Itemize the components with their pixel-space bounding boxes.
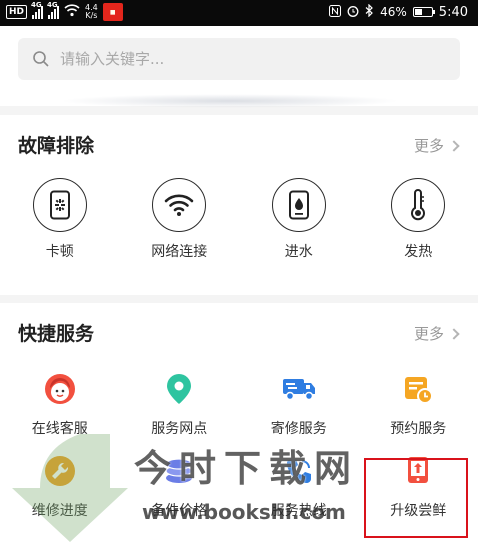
service-appointment[interactable]: 预约服务	[359, 369, 478, 438]
battery-percent: 46%	[380, 5, 407, 19]
item-label: 维修进度	[31, 503, 88, 519]
item-label: 卡顿	[45, 244, 74, 260]
phone-lag-icon	[32, 178, 87, 232]
item-label: 服务网点	[151, 421, 208, 437]
app-notification-icon: ■	[102, 3, 123, 21]
wifi-status-icon	[64, 4, 80, 20]
section-title: 故障排除	[18, 135, 95, 157]
item-label: 寄修服务	[270, 421, 327, 437]
battery-icon	[412, 7, 435, 17]
section-title: 快捷服务	[18, 323, 95, 345]
customer-service-icon	[40, 369, 80, 409]
hd-indicator: HD	[6, 5, 28, 19]
service-service-centers[interactable]: 服务网点	[120, 369, 240, 438]
thermometer-icon	[391, 178, 446, 232]
signal-icon: 4G	[47, 1, 60, 19]
search-icon	[33, 51, 49, 67]
service-parts-price[interactable]: 备件价格	[120, 451, 240, 520]
troubleshoot-section: 故障排除 更多 卡顿 网络连接 进水 发热	[0, 115, 478, 295]
search-bar[interactable]	[18, 38, 460, 80]
wifi-icon	[152, 178, 207, 232]
alarm-icon	[347, 5, 359, 20]
quick-services-more-link[interactable]: 更多	[414, 323, 460, 344]
bluetooth-icon	[365, 3, 374, 20]
coins-icon	[159, 451, 199, 491]
header-shadow	[60, 94, 400, 108]
phone-water-icon	[271, 178, 326, 232]
troubleshoot-item-lag[interactable]: 卡顿	[0, 178, 120, 261]
chevron-right-icon	[448, 327, 460, 340]
status-bar: HD 4G 4G 4.4 K/s ■ 46% 5:40	[0, 0, 478, 26]
calendar-clock-icon	[398, 369, 438, 409]
item-label: 网络连接	[151, 244, 208, 260]
item-label: 服务热线	[270, 503, 327, 519]
signal-icon: 4G	[31, 1, 44, 19]
chevron-right-icon	[448, 139, 460, 152]
clock: 5:40	[438, 4, 468, 20]
item-label: 预约服务	[390, 421, 447, 437]
service-online-support[interactable]: 在线客服	[0, 369, 120, 438]
service-repair-progress[interactable]: 维修进度	[0, 451, 120, 520]
service-mail-in-repair[interactable]: 寄修服务	[239, 369, 359, 438]
troubleshoot-item-network[interactable]: 网络连接	[120, 178, 240, 261]
troubleshoot-more-link[interactable]: 更多	[414, 135, 460, 156]
troubleshoot-item-water[interactable]: 进水	[239, 178, 359, 261]
item-label: 在线客服	[31, 421, 88, 437]
item-label: 进水	[284, 244, 313, 260]
item-label: 发热	[404, 244, 433, 260]
phone-call-icon	[279, 451, 319, 491]
search-input[interactable]	[60, 50, 440, 68]
item-label: 备件价格	[151, 503, 208, 519]
troubleshoot-item-heat[interactable]: 发热	[359, 178, 478, 261]
highlight-box	[364, 458, 468, 538]
delivery-truck-icon	[279, 369, 319, 409]
network-speed: 4.4 K/s	[85, 3, 98, 20]
wrench-progress-icon	[40, 451, 80, 491]
service-hotline[interactable]: 服务热线	[239, 451, 359, 520]
nfc-icon	[329, 4, 342, 20]
location-pin-icon	[159, 369, 199, 409]
